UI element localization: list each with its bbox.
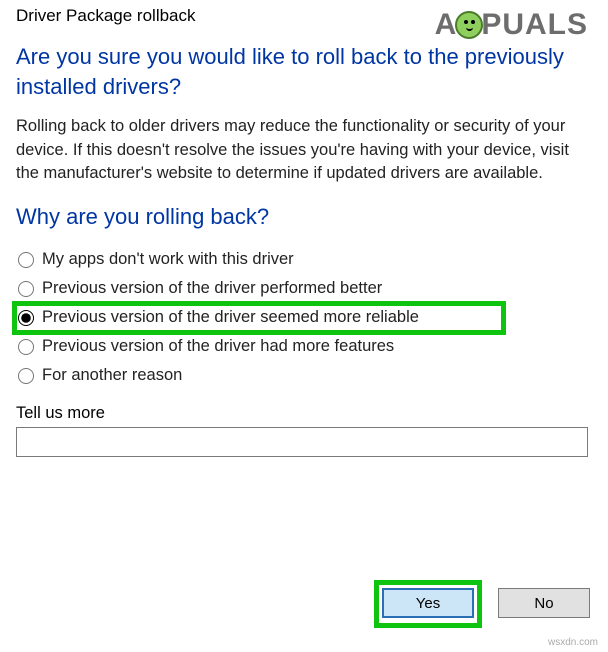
radio-input[interactable] <box>18 252 34 268</box>
reason-another[interactable]: For another reason <box>16 361 592 390</box>
radio-label: Previous version of the driver had more … <box>42 337 394 356</box>
logo-text-post: PUALS <box>481 8 588 42</box>
radio-label: My apps don't work with this driver <box>42 250 294 269</box>
reason-more-features[interactable]: Previous version of the driver had more … <box>16 332 592 361</box>
tellmore-label: Tell us more <box>16 404 592 423</box>
tellmore-input[interactable] <box>16 427 588 457</box>
radio-label: Previous version of the driver performed… <box>42 279 382 298</box>
source-watermark: wsxdn.com <box>548 637 598 648</box>
reason-heading: Why are you rolling back? <box>16 202 592 232</box>
no-button[interactable]: No <box>498 588 590 618</box>
appuals-logo: A PUALS <box>435 8 588 42</box>
reason-more-reliable[interactable]: Previous version of the driver seemed mo… <box>16 303 592 332</box>
confirm-heading: Are you sure you would like to roll back… <box>16 42 592 101</box>
yes-button[interactable]: Yes <box>382 588 474 618</box>
reason-performed-better[interactable]: Previous version of the driver performed… <box>16 274 592 303</box>
reason-radio-group: My apps don't work with this driver Prev… <box>16 245 592 390</box>
logo-face-icon <box>455 11 483 39</box>
radio-input[interactable] <box>18 310 34 326</box>
radio-input[interactable] <box>18 281 34 297</box>
logo-text-pre: A <box>435 8 458 42</box>
radio-label: For another reason <box>42 366 182 385</box>
rollback-description: Rolling back to older drivers may reduce… <box>16 115 592 185</box>
radio-input[interactable] <box>18 368 34 384</box>
reason-apps-dont-work[interactable]: My apps don't work with this driver <box>16 245 592 274</box>
radio-input[interactable] <box>18 339 34 355</box>
radio-label: Previous version of the driver seemed mo… <box>42 308 419 327</box>
dialog-button-row: Yes No <box>376 582 590 624</box>
